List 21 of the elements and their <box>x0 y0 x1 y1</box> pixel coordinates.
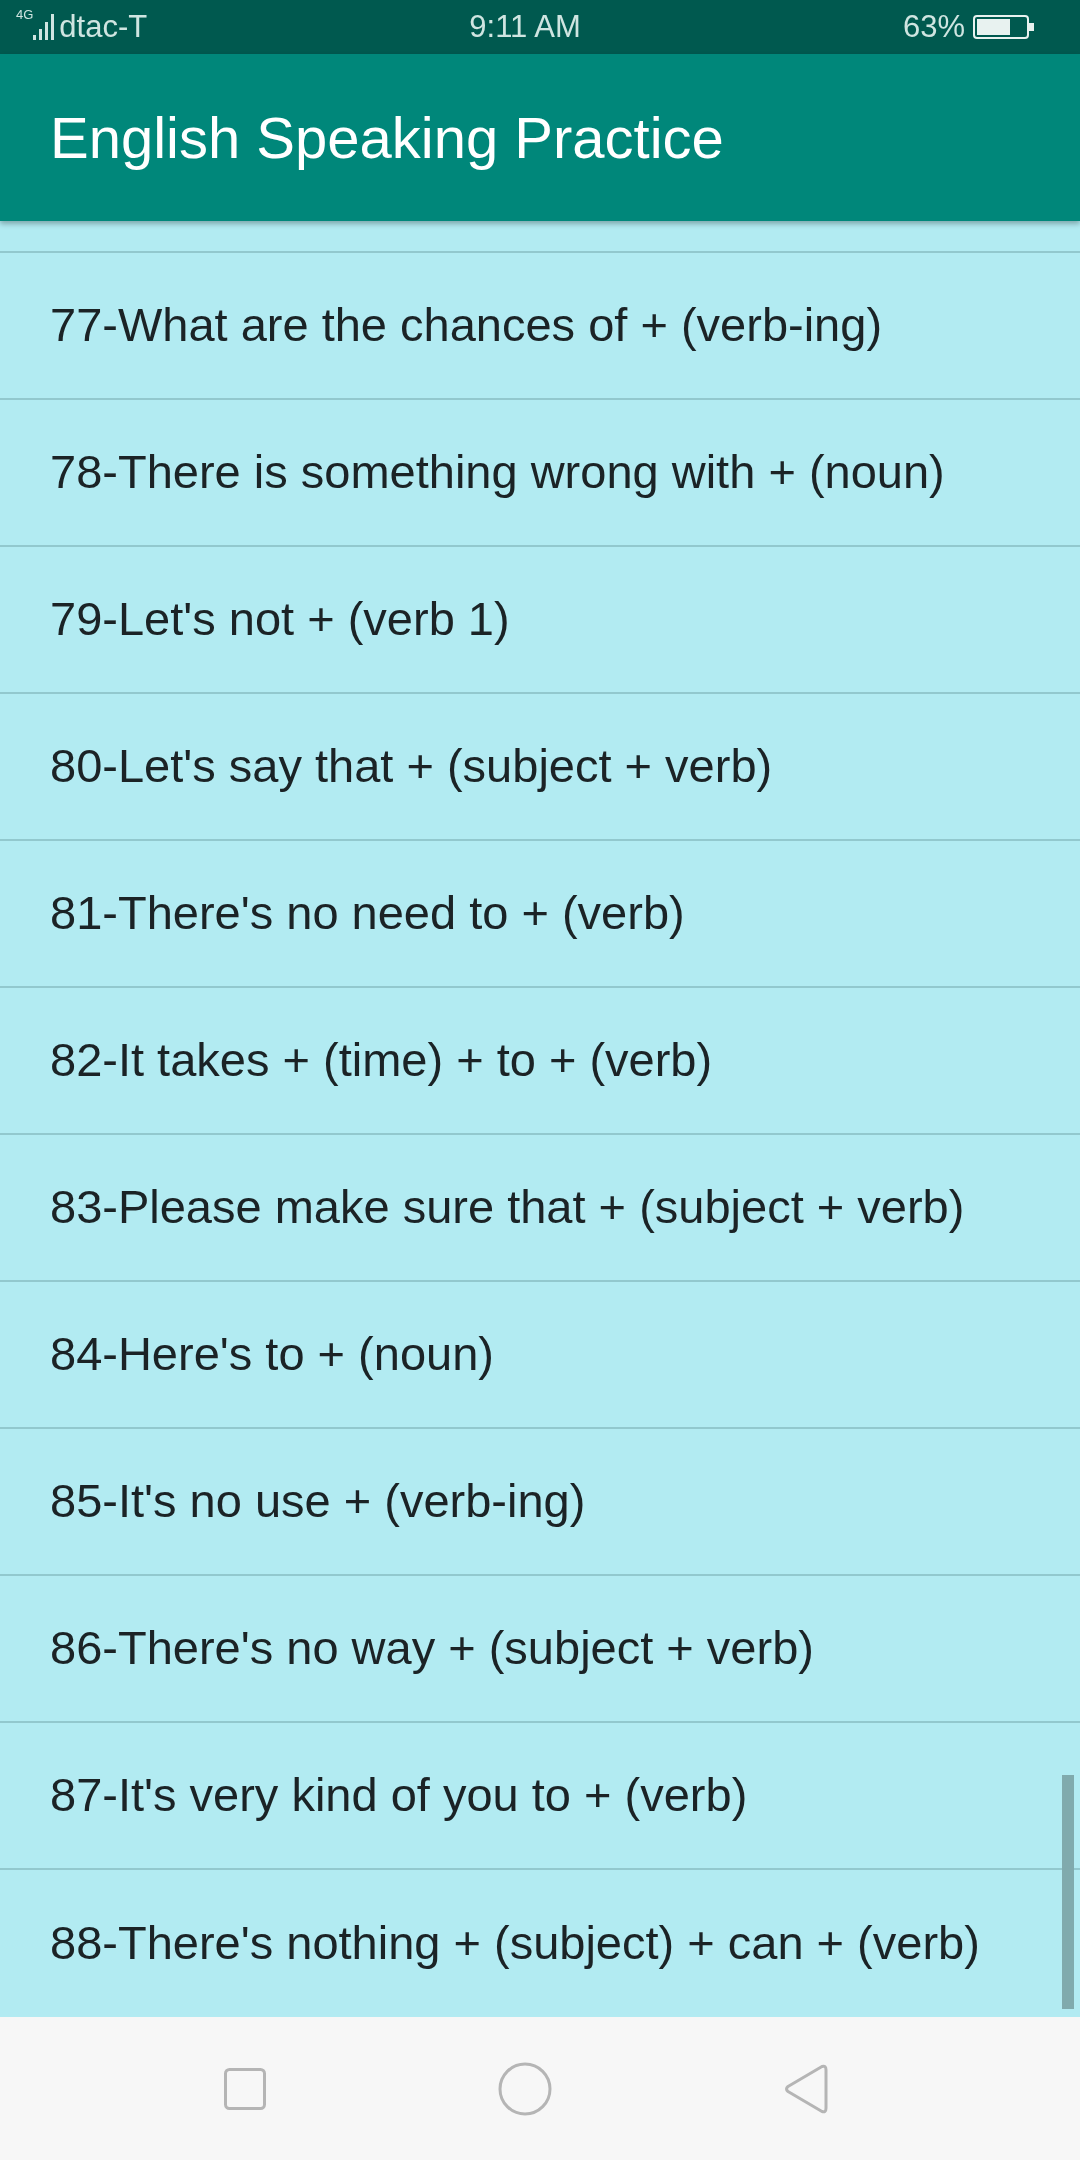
phrase-list-item[interactable]: 78-There is something wrong with + (noun) <box>0 400 1080 547</box>
phrase-list-item[interactable]: 79-Let's not + (verb 1) <box>0 547 1080 694</box>
phrase-list-item[interactable]: 84-Here's to + (noun) <box>0 1282 1080 1429</box>
phrase-list-item[interactable]: 77-What are the chances of + (verb-ing) <box>0 253 1080 400</box>
phrase-list-item[interactable]: 82-It takes + (time) + to + (verb) <box>0 988 1080 1135</box>
phrase-list-item[interactable]: 88-There's nothing + (subject) + can + (verb) <box>0 1870 1080 2017</box>
battery-percent: 63% <box>902 7 965 46</box>
phrase-list-item[interactable]: 86-There's no way + (subject + verb) <box>0 1576 1080 1723</box>
clock-time: 9:11 AM <box>469 7 581 46</box>
phrase-list-item[interactable]: 80-Let's say that + (subject + verb) <box>0 694 1080 841</box>
phrase-list-item[interactable]: 83-Please make sure that + (subject + verb) <box>0 1135 1080 1282</box>
circle-icon[interactable] <box>497 2061 552 2116</box>
app-title: English Speaking Practice <box>50 103 724 172</box>
battery-icon <box>973 15 1034 39</box>
carrier-name: dtac-T <box>59 7 148 46</box>
phrase-list-item[interactable]: 85-It's no use + (verb-ing) <box>0 1429 1080 1576</box>
signal-icon <box>33 14 56 40</box>
phrase-list-item[interactable]: 81-There's no need to + (verb) <box>0 841 1080 988</box>
square-icon[interactable] <box>223 2067 266 2110</box>
network-type: 4G <box>16 7 34 21</box>
back-icon[interactable] <box>783 2063 828 2114</box>
